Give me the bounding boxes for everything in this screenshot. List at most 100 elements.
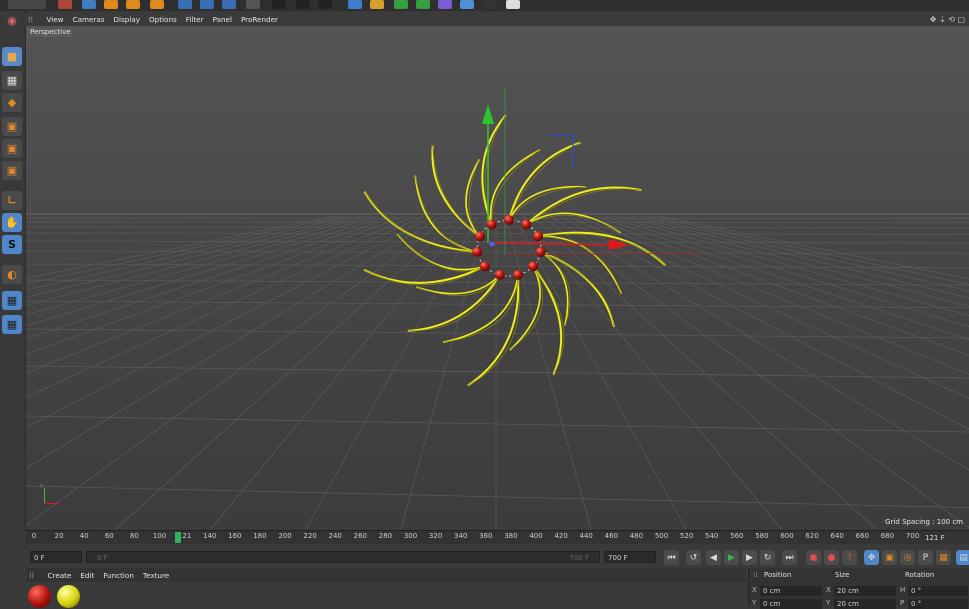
size-y-field[interactable]: 20 cm: [834, 599, 896, 609]
make-editable-icon[interactable]: ◉: [2, 11, 22, 30]
record-pla-icon[interactable]: ▦: [936, 550, 951, 565]
red-sphere[interactable]: [495, 270, 505, 280]
red-sphere[interactable]: [487, 219, 497, 229]
model-mode-icon[interactable]: ■: [2, 47, 22, 66]
rotate-tool-icon[interactable]: [126, 0, 140, 9]
timeline-tick-label: 40: [80, 532, 89, 540]
red-sphere[interactable]: [480, 261, 490, 271]
keyframe-selection-icon[interactable]: ?: [842, 550, 857, 565]
record-position-icon[interactable]: ✥: [864, 550, 879, 565]
range-start: 0 F: [97, 552, 108, 564]
rotation-h-field[interactable]: 0 °: [908, 586, 968, 596]
edges-mode-icon[interactable]: ▣: [2, 139, 22, 158]
menu-filter[interactable]: Filter: [181, 15, 208, 24]
points-mode-icon[interactable]: ▣: [2, 117, 22, 136]
viewport-nav-icons[interactable]: ✥ ⇣ ⟲ ▢: [930, 15, 969, 24]
panel-grip-icon[interactable]: ⁞⁞: [753, 571, 757, 579]
next-key-icon[interactable]: ↻: [760, 550, 775, 565]
red-sphere[interactable]: [533, 231, 543, 241]
deformer-icon[interactable]: [438, 0, 452, 9]
record-parameter-icon[interactable]: P: [918, 550, 933, 565]
camera-icon[interactable]: [482, 0, 496, 9]
menu-create[interactable]: Create: [43, 571, 76, 580]
position-y-field[interactable]: 0 cm: [760, 599, 822, 609]
cube-object-icon[interactable]: [348, 0, 362, 9]
next-frame-icon[interactable]: ▶: [742, 550, 757, 565]
grid-lock-icon[interactable]: ▦: [2, 315, 22, 334]
pivot-point-icon[interactable]: [490, 242, 495, 247]
range-slider[interactable]: 0 F 700 F: [86, 551, 600, 563]
current-frame-marker[interactable]: [175, 532, 181, 543]
perspective-viewport[interactable]: Perspective Grid Spacing : 100 cm Y X: [26, 26, 969, 529]
autokeying-icon[interactable]: ●: [824, 550, 839, 565]
timeline-tick-label: 220: [303, 532, 316, 540]
texture-mode-icon[interactable]: ▦: [2, 71, 22, 90]
previous-key-icon[interactable]: ↺: [686, 550, 701, 565]
y-axis-lock-icon[interactable]: [200, 0, 214, 9]
z-axis-lock-icon[interactable]: [222, 0, 236, 9]
workplane-lock-icon[interactable]: ▦: [2, 291, 22, 310]
spline-pen-icon[interactable]: [370, 0, 384, 9]
red-sphere[interactable]: [472, 247, 482, 257]
menu-view[interactable]: View: [42, 15, 68, 24]
material-red-thumbnail[interactable]: [28, 585, 51, 608]
x-axis-lock-icon[interactable]: [178, 0, 192, 9]
coordinate-system-icon[interactable]: [246, 0, 260, 9]
record-scale-icon[interactable]: ▣: [882, 550, 897, 565]
red-sphere[interactable]: [475, 231, 485, 241]
menu-panel[interactable]: Panel: [208, 15, 236, 24]
menu-options[interactable]: Options: [145, 15, 182, 24]
render-view-icon[interactable]: [272, 0, 286, 9]
subdivision-icon[interactable]: [394, 0, 408, 9]
red-sphere[interactable]: [521, 219, 531, 229]
live-selection-icon[interactable]: [58, 0, 72, 9]
view-label: Perspective: [28, 28, 73, 37]
floor-icon[interactable]: [460, 0, 474, 9]
red-sphere[interactable]: [504, 215, 514, 225]
menu-texture[interactable]: Texture: [138, 571, 173, 580]
current-frame-field[interactable]: 0 F: [30, 551, 82, 563]
move-tool-icon[interactable]: [82, 0, 96, 9]
axis-mode-icon[interactable]: ∟: [2, 191, 22, 210]
magnet-icon[interactable]: ◐: [2, 265, 22, 284]
material-yellow-thumbnail[interactable]: [57, 585, 80, 608]
scale-tool-icon[interactable]: [104, 0, 118, 9]
timeline-tick-label: 280: [379, 532, 392, 540]
position-x-field[interactable]: 0 cm: [760, 586, 822, 596]
scheme-menu-icon[interactable]: ▤: [956, 550, 969, 565]
panel-grip-icon[interactable]: ⁞⁞: [25, 15, 42, 24]
rotation-header: Rotation: [905, 571, 934, 579]
play-icon[interactable]: ▶: [724, 550, 739, 565]
menu-edit[interactable]: Edit: [76, 571, 99, 580]
tweak-mode-icon[interactable]: ✋: [2, 213, 22, 232]
cloner-icon[interactable]: [416, 0, 430, 9]
render-settings-icon[interactable]: [318, 0, 332, 9]
end-frame-field[interactable]: 700 F: [604, 551, 656, 563]
previous-frame-icon[interactable]: ◀: [706, 550, 721, 565]
size-x-label: X: [826, 586, 831, 594]
menu-display[interactable]: Display: [109, 15, 145, 24]
workplane-mode-icon[interactable]: ◆: [2, 93, 22, 112]
go-to-start-icon[interactable]: ⏮: [664, 550, 679, 565]
timeline-tick-label: 600: [780, 532, 793, 540]
menu-cameras[interactable]: Cameras: [68, 15, 109, 24]
red-sphere[interactable]: [528, 261, 538, 271]
timeline-ruler[interactable]: 0204060801001211401601802002202402602803…: [26, 530, 969, 544]
snap-icon[interactable]: S: [2, 235, 22, 254]
go-to-end-icon[interactable]: ⏭: [782, 550, 797, 565]
panel-grip-icon[interactable]: ⁞⁞: [26, 571, 43, 580]
render-picture-icon[interactable]: [296, 0, 310, 9]
menu-prorender[interactable]: ProRender: [236, 15, 282, 24]
record-active-objects-icon[interactable]: ●: [806, 550, 821, 565]
size-x-field[interactable]: 20 cm: [834, 586, 896, 596]
red-sphere[interactable]: [536, 247, 546, 257]
red-sphere[interactable]: [513, 270, 523, 280]
undo-redo-buttons[interactable]: [8, 0, 46, 9]
record-rotation-icon[interactable]: ◎: [900, 550, 915, 565]
timeline-tick-label: 620: [805, 532, 818, 540]
rotation-p-field[interactable]: 0 °: [908, 599, 968, 609]
recent-tool-icon[interactable]: [150, 0, 164, 9]
light-icon[interactable]: [506, 0, 520, 9]
polygons-mode-icon[interactable]: ▣: [2, 161, 22, 180]
menu-function[interactable]: Function: [99, 571, 139, 580]
